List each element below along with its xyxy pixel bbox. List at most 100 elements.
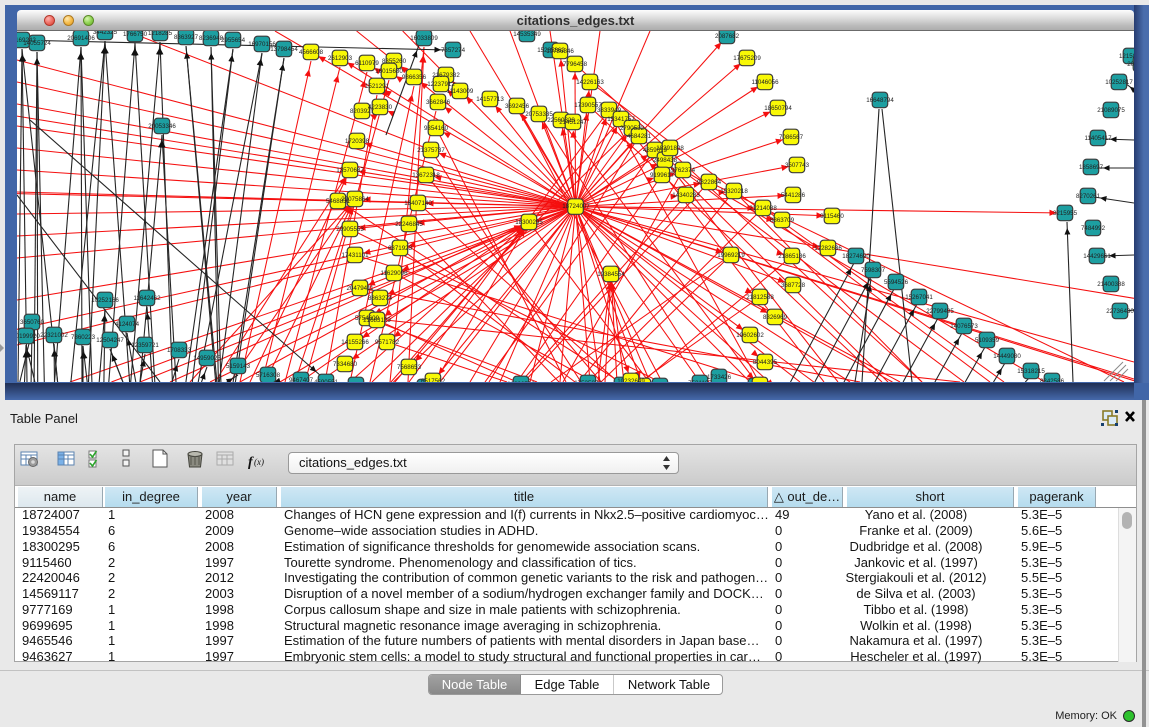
svg-text:7484992: 7484992 [1081,225,1106,232]
svg-text:22799495: 22799495 [926,308,954,315]
svg-text:8044395: 8044395 [753,359,778,366]
svg-text:8355260: 8355260 [382,58,407,65]
svg-text:21400388: 21400388 [1097,281,1125,288]
svg-text:9762374: 9762374 [671,167,696,174]
svg-text:21214088: 21214088 [749,205,777,212]
svg-text:14429661: 14429661 [1083,253,1111,260]
svg-text:5468831: 5468831 [326,198,351,205]
svg-text:4684281: 4684281 [627,133,652,140]
svg-text:1218285: 1218285 [148,31,173,37]
svg-text:18391808: 18391808 [656,145,684,152]
svg-text:13798454: 13798454 [270,46,298,53]
svg-text:8236948: 8236948 [199,35,224,42]
svg-text:20053346: 20053346 [148,123,176,130]
svg-text:7598307: 7598307 [861,267,886,274]
svg-text:1858697: 1858697 [1079,164,1104,171]
svg-text:14449080: 14449080 [993,353,1021,360]
svg-text:3215955: 3215955 [1053,210,1078,217]
svg-text:7334680: 7334680 [333,361,358,368]
svg-text:12237912: 12237912 [427,81,455,88]
svg-text:4124074: 4124074 [115,321,140,328]
svg-text:12359721: 12359721 [131,342,159,349]
svg-text:8863274: 8863274 [368,295,393,302]
svg-text:3687728: 3687728 [781,282,806,289]
svg-text:8203927: 8203927 [350,108,375,115]
svg-text:15318215: 15318215 [1017,368,1045,375]
svg-text:18650794: 18650794 [764,105,792,112]
svg-text:21679382: 21679382 [432,72,460,79]
svg-text:10602602: 10602602 [736,332,764,339]
svg-text:2498438: 2498438 [653,157,678,164]
svg-text:22736430: 22736430 [1106,308,1134,315]
svg-text:18274690: 18274690 [842,253,870,260]
svg-text:21375737: 21375737 [417,147,445,154]
svg-text:14157713: 14157713 [476,96,504,103]
svg-text:2955654: 2955654 [221,37,246,44]
svg-text:2087682: 2087682 [715,33,740,40]
svg-text:20479411: 20479411 [346,285,374,292]
svg-text:14055724: 14055724 [23,40,51,47]
svg-text:14076573: 14076573 [950,323,978,330]
svg-text:1733426: 1733426 [707,374,732,381]
svg-text:21451247: 21451247 [559,119,587,126]
svg-text:16648794: 16648794 [866,97,894,104]
svg-text:9199617: 9199617 [650,172,675,179]
svg-text:16015680: 16015680 [375,68,403,75]
svg-text:1521291: 1521291 [365,83,390,90]
svg-text:20905553: 20905553 [336,226,364,233]
svg-text:7568653: 7568653 [397,364,422,371]
svg-text:10252166: 10252166 [91,297,119,304]
svg-text:20691406: 20691406 [67,35,95,42]
svg-text:5594526: 5594526 [884,279,909,286]
svg-text:18724007: 18724007 [562,203,590,210]
svg-text:3650760: 3650760 [20,319,45,326]
svg-text:8363927: 8363927 [174,34,199,41]
svg-text:8270261: 8270261 [1076,193,1101,200]
svg-text:2790532: 2790532 [620,125,645,132]
svg-text:3507743: 3507743 [785,162,810,169]
svg-text:13570687: 13570687 [336,167,364,174]
svg-text:15320218: 15320218 [720,188,748,195]
svg-text:7796458: 7796458 [563,61,588,68]
svg-text:1708333: 1708333 [167,347,192,354]
svg-text:9354160: 9354160 [424,125,449,132]
svg-text:22321002: 22321002 [40,332,68,339]
svg-text:5109359: 5109359 [975,337,1000,344]
svg-text:16407140: 16407140 [404,200,432,207]
svg-text:8326969: 8326969 [763,314,788,321]
svg-text:9866356: 9866356 [402,74,427,81]
svg-text:21089075: 21089075 [1097,107,1125,114]
svg-text:19786846: 19786846 [546,48,574,55]
svg-text:21812588: 21812588 [746,294,774,301]
svg-text:6110979: 6110979 [355,60,379,67]
svg-text:10232649: 10232649 [617,378,645,382]
svg-text:17675209: 17675209 [733,55,761,62]
svg-text:3662846: 3662846 [426,99,451,106]
svg-text:13672318: 13672318 [412,172,440,179]
svg-text:5159143: 5159143 [226,363,251,370]
svg-text:6371923: 6371923 [388,245,413,252]
svg-text:11405417: 11405417 [1084,135,1112,142]
svg-text:1720398: 1720398 [345,138,370,145]
svg-text:3833949: 3833949 [597,107,622,114]
svg-text:20559559: 20559559 [1127,61,1134,68]
svg-text:14535349: 14535349 [513,31,541,38]
svg-text:14155266: 14155266 [341,339,369,346]
svg-text:11642462: 11642462 [133,295,161,302]
svg-text:17431101: 17431101 [341,252,369,259]
svg-text:20199920: 20199920 [17,333,40,340]
svg-text:7086567: 7086567 [779,134,804,141]
svg-text:21865186: 21865186 [778,253,806,260]
svg-text:14959025: 14959025 [193,355,221,362]
svg-text:7357274: 7357274 [441,47,466,54]
svg-text:11143009: 11143009 [447,88,474,95]
svg-text:2612903: 2612903 [328,55,353,62]
svg-text:19384554: 19384554 [597,271,625,278]
svg-text:6517562: 6517562 [421,378,446,382]
svg-text:21683129: 21683129 [363,317,391,324]
svg-text:9571782: 9571782 [375,339,400,346]
svg-text:5716308: 5716308 [256,372,281,379]
svg-text:4590551: 4590551 [314,379,339,382]
svg-text:15267041: 15267041 [905,294,933,301]
svg-text:7860223: 7860223 [71,334,96,341]
